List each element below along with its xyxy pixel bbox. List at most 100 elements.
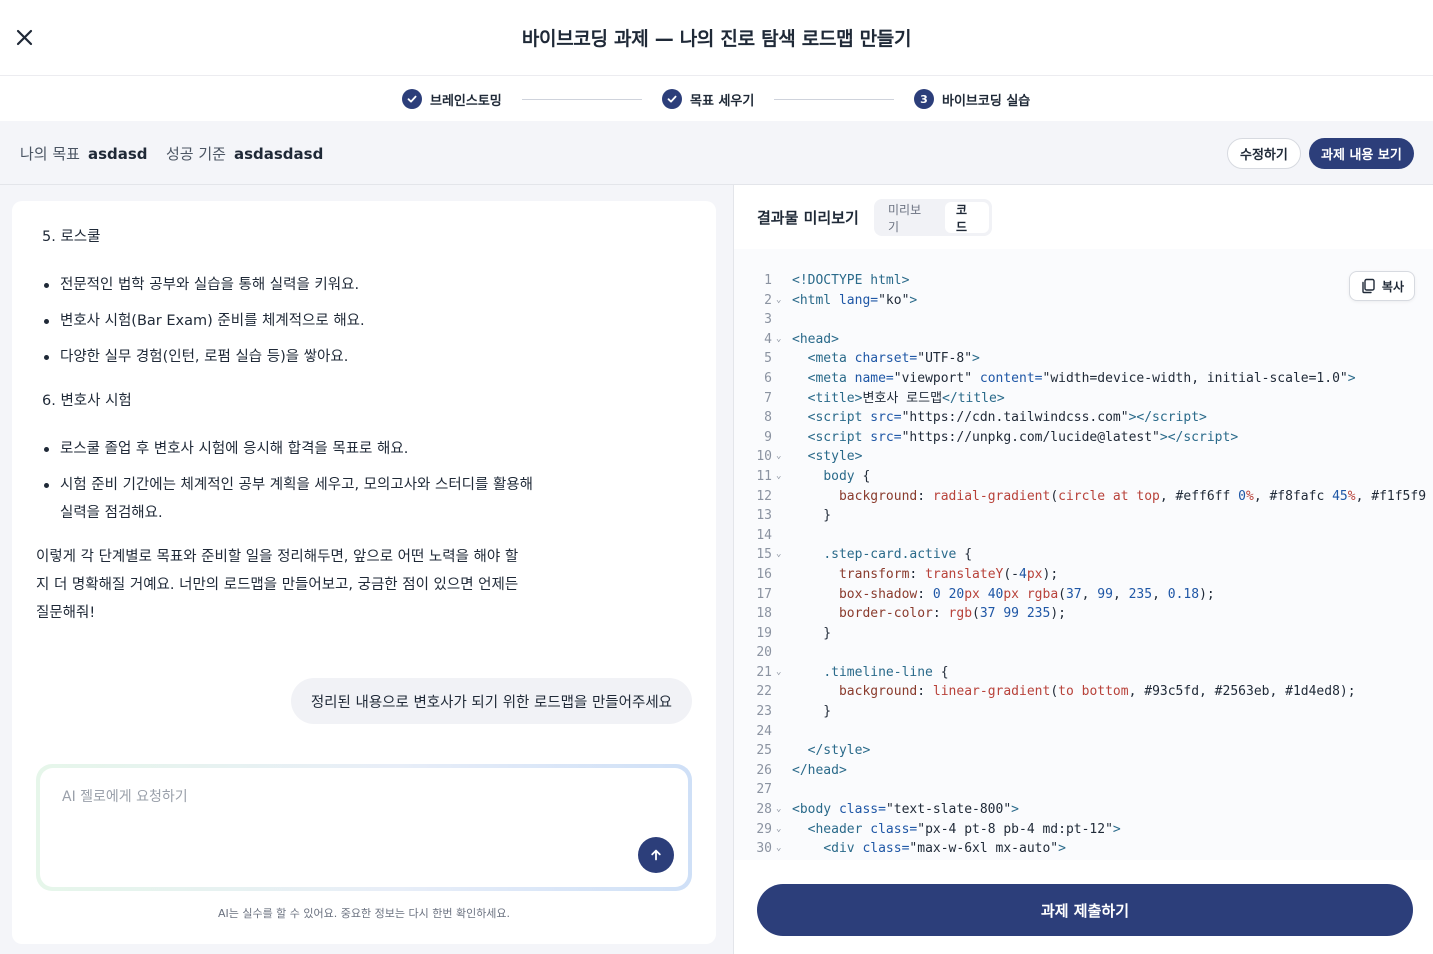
list-item: 시험 준비 기간에는 체계적인 공부 계획을 세우고, 모의고사와 스터디를 활…: [36, 471, 536, 527]
code-text: <meta name="viewport" content="width=dev…: [807, 370, 1356, 386]
fold-chevron-icon[interactable]: ⌄: [772, 291, 792, 311]
fold-chevron-icon[interactable]: ⌄: [772, 545, 792, 565]
line-number: 19: [756, 625, 772, 641]
code-line: 5 <meta charset="UTF-8">: [734, 349, 1433, 369]
chat-input-container: [40, 768, 688, 887]
code-text: <html lang="ko">: [792, 292, 918, 308]
line-number: 12: [756, 488, 772, 504]
step-number: 3: [914, 89, 934, 109]
code-text: border-color: rgb(37 99 235);: [838, 606, 1066, 622]
code-line: 25 </style>: [734, 741, 1433, 761]
arrow-up-icon: [651, 849, 661, 861]
tab-preview[interactable]: 미리보기: [877, 202, 943, 234]
step-brainstorming[interactable]: 브레인스토밍: [402, 89, 502, 109]
line-number: 16: [756, 566, 772, 582]
code-line: 27: [734, 780, 1433, 800]
preview-panel: 결과물 미리보기 미리보기 코드 1 <!DOCTYPE html> 2 ⌄ <html…: [733, 185, 1433, 954]
code-line: 3: [734, 310, 1433, 330]
code-text: box-shadow: 0 20px 40px rgba(37, 99, 235…: [838, 586, 1215, 602]
code-line: 11 ⌄ body {: [734, 467, 1433, 487]
line-number: 2: [764, 292, 772, 308]
fold-chevron-icon[interactable]: ⌄: [772, 663, 792, 683]
code-text: }: [792, 704, 832, 720]
line-number: 27: [756, 782, 772, 798]
fold-chevron-icon[interactable]: ⌄: [772, 330, 792, 350]
step-goal-setting[interactable]: 목표 세우기: [662, 89, 754, 109]
line-number: 10: [756, 449, 772, 465]
code-text: }: [792, 625, 832, 641]
submit-assignment-button[interactable]: 과제 제출하기: [757, 884, 1413, 936]
code-line: 28 ⌄ <body class="text-slate-800">: [734, 800, 1433, 820]
line-number: 18: [756, 606, 772, 622]
section-list: 로스쿨 졸업 후 변호사 시험에 응시해 합격을 목표로 해요. 시험 준비 기…: [36, 435, 596, 527]
step-label: 바이브코딩 실습: [942, 93, 1031, 109]
code-line: 9 <script src="https://unpkg.com/lucide@…: [734, 428, 1433, 448]
code-text: <div class="max-w-6xl mx-auto">: [823, 841, 1066, 857]
code-line: 2 ⌄ <html lang="ko">: [734, 291, 1433, 311]
send-button[interactable]: [638, 837, 674, 873]
step-label: 브레인스토밍: [430, 93, 502, 109]
code-line: 18 border-color: rgb(37 99 235);: [734, 604, 1433, 624]
fold-chevron-icon[interactable]: ⌄: [772, 800, 792, 820]
code-text: </head>: [792, 762, 847, 778]
chat-input[interactable]: [62, 786, 622, 846]
step-connector: [522, 99, 642, 100]
list-item: 다양한 실무 경험(인턴, 로펌 실습 등)을 쌓아요.: [36, 343, 596, 371]
fold-chevron-icon[interactable]: ⌄: [772, 839, 792, 859]
code-text: <meta charset="UTF-8">: [807, 351, 980, 367]
code-line: 8 <script src="https://cdn.tailwindcss.c…: [734, 408, 1433, 428]
line-number: 17: [756, 586, 772, 602]
goal-value: asdasd: [87, 145, 148, 163]
code-text: <script src="https://cdn.tailwindcss.com…: [807, 410, 1207, 426]
line-number: 9: [764, 429, 772, 445]
list-item: 로스쿨 졸업 후 변호사 시험에 응시해 합격을 목표로 해요.: [36, 435, 596, 463]
code-text: <head>: [792, 331, 839, 347]
line-number: 13: [756, 508, 772, 524]
code-text: background: radial-gradient(circle at to…: [838, 488, 1433, 504]
copy-button[interactable]: 복사: [1348, 271, 1415, 301]
section-list: 전문적인 법학 공부와 실습을 통해 실력을 키워요. 변호사 시험(Bar E…: [36, 271, 596, 371]
goal-label: 나의 목표: [20, 145, 80, 163]
line-number: 25: [756, 743, 772, 759]
code-text: body {: [823, 468, 871, 484]
code-text: .step-card.active {: [823, 547, 973, 563]
line-number: 4: [764, 331, 772, 347]
line-number: 23: [756, 704, 772, 720]
code-line: 14: [734, 526, 1433, 546]
line-number: 24: [756, 723, 772, 739]
line-number: 20: [756, 645, 772, 661]
code-text: background: linear-gradient(to bottom, #…: [838, 684, 1356, 700]
code-line: 6 <meta name="viewport" content="width=d…: [734, 369, 1433, 389]
section-heading: 6. 변호사 시험: [42, 393, 132, 409]
line-number: 15: [756, 547, 772, 563]
goal-bar: 나의 목표 asdasd 성공 기준 asdasdasd 수정하기 과제 내용 …: [0, 121, 1433, 185]
code-view[interactable]: 1 <!DOCTYPE html> 2 ⌄ <html lang="ko"> 3 4 ⌄ <he…: [734, 249, 1433, 860]
view-assignment-button[interactable]: 과제 내용 보기: [1309, 138, 1414, 169]
fold-chevron-icon[interactable]: ⌄: [772, 467, 792, 487]
code-line: 7 <title>변호사 로드맵</title>: [734, 389, 1433, 409]
fold-chevron-icon[interactable]: ⌄: [772, 447, 792, 467]
line-number: 29: [756, 821, 772, 837]
list-item: 변호사 시험(Bar Exam) 준비를 체계적으로 해요.: [36, 307, 596, 335]
edit-button[interactable]: 수정하기: [1227, 138, 1301, 169]
step-vibe-coding[interactable]: 3 바이브코딩 실습: [914, 89, 1030, 109]
code-line: 29 ⌄ <header class="px-4 pt-8 pb-4 md:pt-…: [734, 820, 1433, 840]
code-line: 20: [734, 643, 1433, 663]
success-criteria: 성공 기준 asdasdasd: [166, 143, 323, 164]
check-icon: [662, 89, 682, 109]
code-text: .timeline-line {: [823, 664, 949, 680]
fold-chevron-icon[interactable]: ⌄: [772, 820, 792, 840]
tab-code[interactable]: 코드: [945, 202, 989, 234]
line-number: 7: [764, 390, 772, 406]
chat-input-box: [36, 764, 692, 891]
